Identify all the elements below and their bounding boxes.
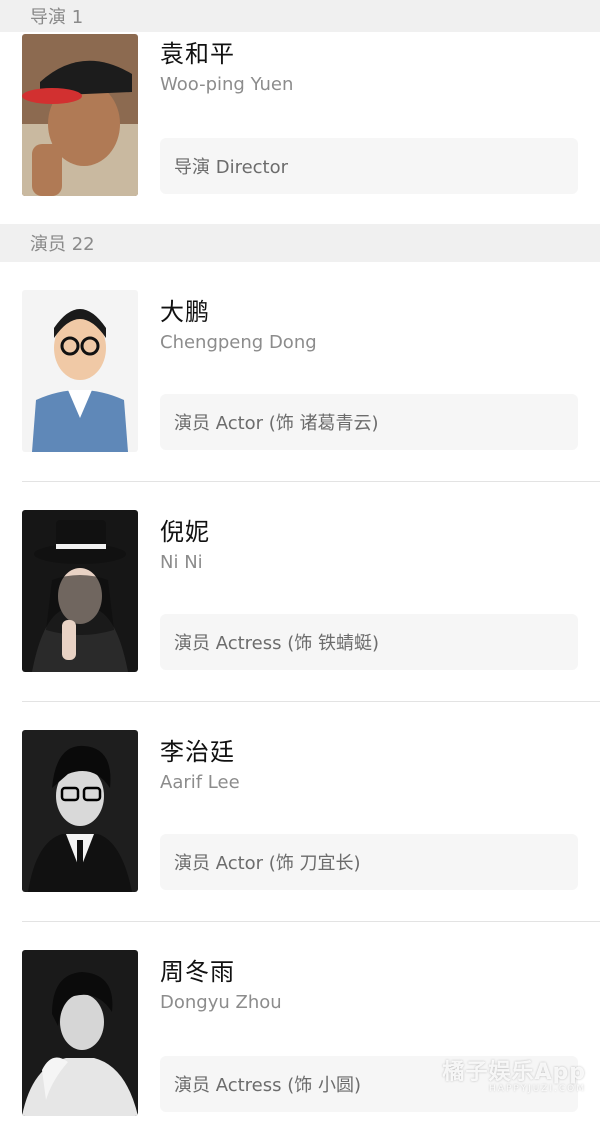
person-name-en: Dongyu Zhou: [160, 992, 282, 1013]
divider: [22, 481, 600, 482]
person-card-cast-3[interactable]: 李治廷 Aarif Lee 演员 Actor (饰 刀宜长): [0, 730, 600, 910]
section-header-cast: 演员 22: [0, 224, 600, 262]
section-label-director: 导演 1: [30, 7, 84, 28]
person-name-cn: 倪妮: [160, 518, 210, 546]
person-photo: [22, 34, 138, 196]
person-role: 演员 Actor (饰 刀宜长): [160, 834, 578, 890]
person-name-cn: 李治廷: [160, 738, 235, 766]
person-card-cast-4[interactable]: 周冬雨 Dongyu Zhou 演员 Actress (饰 小圆): [0, 950, 600, 1130]
person-card-cast-2[interactable]: 倪妮 Ni Ni 演员 Actress (饰 铁蜻蜓): [0, 510, 600, 690]
person-name-en: Ni Ni: [160, 552, 203, 573]
divider: [22, 921, 600, 922]
person-photo: [22, 510, 138, 672]
section-header-director: 导演 1: [0, 0, 600, 32]
person-card-director[interactable]: 袁和平 Woo-ping Yuen 导演 Director: [0, 34, 600, 214]
person-photo: [22, 290, 138, 452]
person-name-en: Chengpeng Dong: [160, 332, 317, 353]
section-label-cast: 演员 22: [30, 234, 95, 255]
person-photo: [22, 730, 138, 892]
person-photo: [22, 950, 138, 1116]
person-role: 导演 Director: [160, 138, 578, 194]
person-card-cast-1[interactable]: 大鹏 Chengpeng Dong 演员 Actor (饰 诸葛青云): [0, 290, 600, 470]
watermark-main: 橘子娱乐App: [442, 1060, 586, 1085]
person-name-en: Woo-ping Yuen: [160, 74, 294, 95]
person-name-cn: 袁和平: [160, 40, 235, 68]
person-name-en: Aarif Lee: [160, 772, 240, 793]
watermark: 橘子娱乐App HAPPYJUZI.COM: [442, 1054, 586, 1094]
person-name-cn: 大鹏: [160, 298, 210, 326]
person-name-cn: 周冬雨: [160, 958, 235, 986]
person-role: 演员 Actress (饰 铁蜻蜓): [160, 614, 578, 670]
person-role: 演员 Actor (饰 诸葛青云): [160, 394, 578, 450]
divider: [22, 701, 600, 702]
